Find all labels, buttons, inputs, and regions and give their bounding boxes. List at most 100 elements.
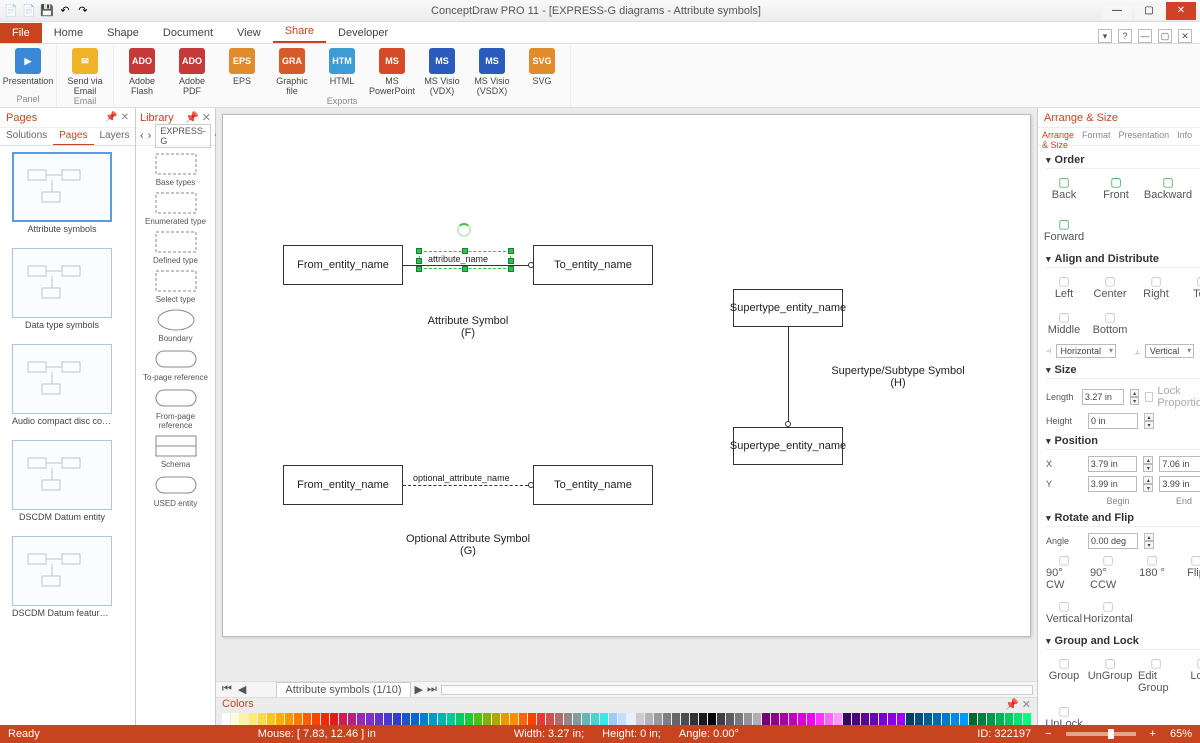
y-end-input[interactable]: 3.99 in — [1159, 476, 1200, 492]
color-swatch[interactable] — [744, 713, 752, 725]
color-swatch[interactable] — [951, 713, 959, 725]
align-row-right[interactable]: ▢Right — [1138, 274, 1174, 300]
color-swatch[interactable] — [312, 713, 320, 725]
lock-proportions-checkbox[interactable]: Lock Proportions — [1145, 385, 1200, 409]
color-swatch[interactable] — [573, 713, 581, 725]
sheet-nav-last[interactable]: ⏭ — [427, 683, 437, 696]
lib-item-from-page-reference[interactable]: From-page reference — [140, 386, 212, 430]
color-swatch[interactable] — [285, 713, 293, 725]
height-up[interactable]: ▴ — [1144, 413, 1154, 421]
lib-back-icon[interactable]: ‹ — [140, 130, 144, 142]
ribbon-collapse-icon[interactable]: ▾ — [1098, 29, 1112, 43]
tab-solutions[interactable]: Solutions — [0, 128, 53, 145]
zoom-in-icon[interactable]: + — [1150, 728, 1156, 740]
color-swatch[interactable] — [528, 713, 536, 725]
sheet-nav-prev[interactable]: ◀ — [238, 683, 246, 696]
length-input[interactable]: 3.27 in — [1082, 389, 1125, 405]
rotate-row-90-cw[interactable]: ▢90° CW — [1046, 553, 1082, 591]
export-ms-powerpoint[interactable]: MS MS PowerPoint — [370, 46, 414, 96]
entity-g-to[interactable]: To_entity_name — [533, 465, 653, 505]
lib-item-to-page-reference[interactable]: To-page reference — [140, 347, 212, 382]
zoom-slider[interactable] — [1066, 732, 1136, 736]
lib-item-select-type[interactable]: Select type — [140, 269, 212, 304]
color-swatch[interactable] — [348, 713, 356, 725]
color-swatch[interactable] — [438, 713, 446, 725]
color-swatch[interactable] — [375, 713, 383, 725]
color-swatch[interactable] — [861, 713, 869, 725]
lib-item-boundary[interactable]: Boundary — [140, 308, 212, 343]
rp-tab-advanced[interactable]: Advanced — [1196, 128, 1200, 145]
color-swatch[interactable] — [618, 713, 626, 725]
color-swatch[interactable] — [420, 713, 428, 725]
color-swatch[interactable] — [672, 713, 680, 725]
color-swatch[interactable] — [483, 713, 491, 725]
distribute-horizontal-combo[interactable]: Horizontal — [1056, 344, 1117, 358]
color-swatch[interactable] — [330, 713, 338, 725]
color-swatch[interactable] — [681, 713, 689, 725]
angle-input[interactable]: 0.00 deg — [1088, 533, 1138, 549]
y-begin-input[interactable]: 3.99 in — [1088, 476, 1138, 492]
rp-tab-arrange[interactable]: Arrange & Size — [1038, 128, 1078, 145]
color-swatch[interactable] — [474, 713, 482, 725]
send-email-button[interactable]: ✉ Send via Email — [63, 46, 107, 96]
rotate-row-90-ccw[interactable]: ▢90° CCW — [1090, 553, 1126, 591]
export-ms-visio-vdx-[interactable]: MS MS Visio (VDX) — [420, 46, 464, 96]
tab-pages[interactable]: Pages — [53, 128, 93, 145]
rotate-row-180-[interactable]: ▢180 ° — [1134, 553, 1170, 591]
color-swatch[interactable] — [510, 713, 518, 725]
length-up[interactable]: ▴ — [1130, 389, 1138, 397]
export-adobe-flash[interactable]: ADOAdobe Flash — [120, 46, 164, 96]
lib-item-base-types[interactable]: Base types — [140, 152, 212, 187]
section-order[interactable]: Order — [1046, 150, 1200, 169]
drawing-page[interactable]: From_entity_name To_entity_name attribut… — [222, 114, 1031, 637]
child-min-icon[interactable]: — — [1138, 29, 1152, 43]
page-thumb[interactable]: Audio compact disc colle... — [12, 344, 112, 426]
color-swatch[interactable] — [321, 713, 329, 725]
order-row-front[interactable]: ▢Front — [1098, 175, 1134, 201]
color-swatch[interactable] — [726, 713, 734, 725]
color-swatch[interactable] — [816, 713, 824, 725]
entity-h-bot[interactable]: Supertype_entity_name — [733, 427, 843, 465]
redo-icon[interactable]: ↷ — [76, 4, 90, 18]
zoom-out-icon[interactable]: − — [1045, 728, 1051, 740]
color-swatch[interactable] — [546, 713, 554, 725]
color-swatch[interactable] — [753, 713, 761, 725]
export-html[interactable]: HTMHTML — [320, 46, 364, 96]
color-swatch[interactable] — [537, 713, 545, 725]
color-swatch[interactable] — [564, 713, 572, 725]
page-thumb[interactable]: Data type symbols — [12, 248, 112, 330]
color-swatch[interactable] — [222, 713, 230, 725]
rp-tab-presentation[interactable]: Presentation — [1115, 128, 1174, 145]
ribbon-tab-view[interactable]: View — [225, 23, 273, 43]
colors-pin-icon[interactable]: 📌 ✕ — [1005, 698, 1031, 711]
color-swatch[interactable] — [384, 713, 392, 725]
library-pin-icon[interactable]: 📌 ✕ — [185, 111, 211, 124]
align-row-left[interactable]: ▢Left — [1046, 274, 1082, 300]
color-swatch[interactable] — [519, 713, 527, 725]
color-swatch[interactable] — [699, 713, 707, 725]
ribbon-tab-developer[interactable]: Developer — [326, 23, 400, 43]
color-swatch[interactable] — [987, 713, 995, 725]
color-swatch[interactable] — [636, 713, 644, 725]
pin-icon[interactable]: 📌 ✕ — [105, 112, 129, 123]
entity-h-top[interactable]: Supertype_entity_name — [733, 289, 843, 327]
color-swatch[interactable] — [267, 713, 275, 725]
library-breadcrumb[interactable]: EXPRESS-G — [155, 124, 211, 148]
color-swatch[interactable] — [924, 713, 932, 725]
color-swatch[interactable] — [1005, 713, 1013, 725]
color-swatch[interactable] — [429, 713, 437, 725]
color-swatch[interactable] — [294, 713, 302, 725]
ribbon-tab-share[interactable]: Share — [273, 21, 326, 43]
height-input[interactable]: 0 in — [1088, 413, 1138, 429]
color-swatch[interactable] — [690, 713, 698, 725]
section-group[interactable]: Group and Lock — [1046, 631, 1200, 650]
color-swatch[interactable] — [492, 713, 500, 725]
selected-attribute-label[interactable]: attribute_name — [419, 251, 511, 269]
child-close-icon[interactable]: ✕ — [1178, 29, 1192, 43]
entity-f-from[interactable]: From_entity_name — [283, 245, 403, 285]
color-swatch[interactable] — [654, 713, 662, 725]
color-swatch[interactable] — [465, 713, 473, 725]
entity-g-from[interactable]: From_entity_name — [283, 465, 403, 505]
color-swatch[interactable] — [582, 713, 590, 725]
ribbon-tab-file[interactable]: File — [0, 23, 42, 43]
